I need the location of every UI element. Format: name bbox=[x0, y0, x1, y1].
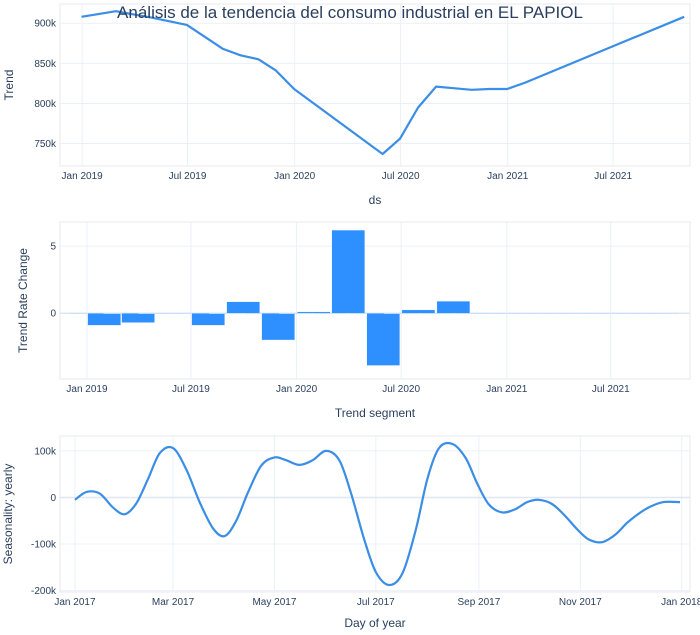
bar bbox=[436, 301, 471, 314]
x-tick-label: Jul 2021 bbox=[594, 171, 632, 182]
x-tick-label: Jan 2018 bbox=[661, 597, 700, 608]
chart-title: Análisis de la tendencia del consumo ind… bbox=[117, 3, 583, 22]
y-tick-label: 0 bbox=[50, 309, 56, 320]
x-tick-label: Jan 2019 bbox=[66, 384, 108, 395]
bar bbox=[297, 311, 331, 314]
y-tick-label: 800k bbox=[34, 99, 57, 110]
x-tick-label: Jul 2019 bbox=[172, 384, 210, 395]
x-axis-title: Trend segment bbox=[335, 406, 416, 420]
y-tick-label: 850k bbox=[34, 59, 57, 70]
y-tick-label: 100k bbox=[34, 446, 57, 457]
y-axis-title: Trend bbox=[2, 70, 16, 101]
x-tick-label: Jul 2020 bbox=[382, 171, 420, 182]
x-tick-label: Nov 2017 bbox=[559, 597, 602, 608]
trend-panel: Jan 2019 Jul 2019 Jan 2020 Jul 2020 Jan 2021… bbox=[2, 3, 691, 207]
y-tick-label: 5 bbox=[50, 242, 56, 253]
x-tick-label: Jan 2021 bbox=[487, 171, 529, 182]
bar bbox=[87, 313, 121, 326]
x-axis-title: ds bbox=[369, 193, 382, 207]
y-tick-label: -200k bbox=[31, 586, 57, 597]
y-tick-label: 900k bbox=[34, 19, 57, 30]
bar bbox=[646, 313, 680, 314]
y-tick-label: 750k bbox=[34, 139, 57, 150]
y-axis-title: Seasonality: yearly bbox=[1, 464, 15, 565]
y-axis-title: Trend Rate Change bbox=[16, 248, 30, 353]
yearly-seasonality-panel: Jan 2017 Mar 2017 May 2017 Jul 2017 Sep 2017… bbox=[1, 435, 700, 630]
bar bbox=[331, 229, 365, 314]
y-tick-label: 0 bbox=[50, 493, 56, 504]
x-tick-label: Jan 2019 bbox=[62, 171, 104, 182]
x-tick-label: Mar 2017 bbox=[152, 597, 195, 608]
x-tick-label: Jan 2020 bbox=[276, 384, 318, 395]
bar bbox=[191, 313, 225, 326]
bar bbox=[366, 313, 400, 366]
trend-rate-change-panel: Jan 2019 Jul 2019 Jan 2020 Jul 2020 Jan 2021… bbox=[16, 221, 691, 420]
x-tick-label: Jul 2019 bbox=[169, 171, 207, 182]
bar bbox=[401, 309, 436, 314]
bar bbox=[226, 301, 260, 314]
bar bbox=[121, 313, 155, 323]
x-tick-label: Jul 2020 bbox=[382, 384, 420, 395]
x-tick-label: Sep 2017 bbox=[457, 597, 500, 608]
chart-svg: Jan 2019 Jul 2019 Jan 2020 Jul 2020 Jan 2021… bbox=[1, 3, 700, 630]
x-tick-label: Jan 2020 bbox=[274, 171, 316, 182]
x-tick-label: Jan 2017 bbox=[54, 597, 96, 608]
y-tick-label: -100k bbox=[31, 540, 57, 551]
chart-figure: Jan 2019 Jul 2019 Jan 2020 Jul 2020 Jan 2021… bbox=[0, 0, 700, 630]
x-tick-label: Jan 2021 bbox=[486, 384, 528, 395]
x-axis-title: Day of year bbox=[344, 616, 405, 630]
bar bbox=[261, 313, 295, 341]
x-tick-label: Jul 2021 bbox=[592, 384, 630, 395]
x-tick-label: May 2017 bbox=[252, 597, 296, 608]
plot-area bbox=[59, 3, 691, 167]
x-tick-label: Jul 2017 bbox=[357, 597, 395, 608]
